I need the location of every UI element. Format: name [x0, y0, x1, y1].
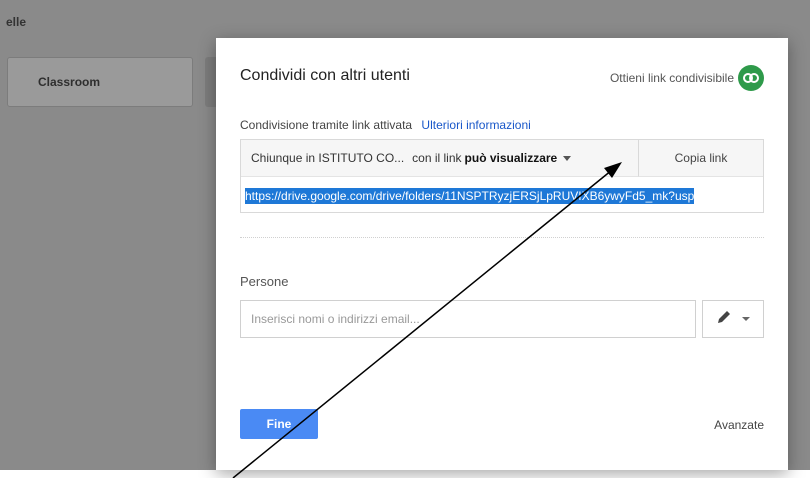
- link-sharing-status-text: Condivisione tramite link attivata: [240, 118, 413, 132]
- permission-with-link: con il link: [412, 151, 462, 165]
- people-label: Persone: [240, 274, 289, 289]
- dropdown-caret-icon: [563, 155, 572, 161]
- pencil-icon: [716, 309, 732, 330]
- copy-link-button[interactable]: Copia link: [639, 140, 763, 177]
- people-input[interactable]: Inserisci nomi o indirizzi email...: [240, 300, 696, 338]
- share-url-text: https://drive.google.com/drive/folders/1…: [245, 188, 695, 204]
- learn-more-link[interactable]: Ulteriori informazioni: [421, 118, 530, 132]
- get-shareable-link-button[interactable]: Ottieni link condivisibile: [610, 65, 764, 91]
- done-button[interactable]: Fine: [240, 409, 318, 439]
- bottom-edge: [0, 470, 812, 478]
- get-link-label: Ottieni link condivisibile: [609, 71, 734, 85]
- permission-edit-button[interactable]: [702, 300, 764, 338]
- divider: [240, 237, 764, 238]
- link-icon[interactable]: [738, 65, 764, 91]
- chevron-down-icon: [742, 317, 750, 321]
- background-card-label: Classroom: [38, 75, 101, 89]
- background-label: elle: [6, 15, 27, 29]
- share-dialog: Condividi con altri utenti Ottieni link …: [216, 38, 788, 470]
- link-sharing-status: Condivisione tramite link attivata Ulter…: [240, 118, 531, 132]
- dialog-title: Condividi con altri utenti: [240, 67, 410, 84]
- link-sharing-box: Chiunque in ISTITUTO CO... con il link p…: [240, 139, 764, 213]
- link-permission-dropdown[interactable]: Chiunque in ISTITUTO CO... con il link p…: [241, 140, 639, 177]
- advanced-link[interactable]: Avanzate: [714, 418, 764, 432]
- background-card-classroom: Classroom: [7, 57, 193, 107]
- permission-audience: Chiunque in ISTITUTO CO...: [251, 151, 405, 165]
- permission-access: può visualizzare: [464, 151, 558, 165]
- share-url-field[interactable]: https://drive.google.com/drive/folders/1…: [241, 177, 763, 213]
